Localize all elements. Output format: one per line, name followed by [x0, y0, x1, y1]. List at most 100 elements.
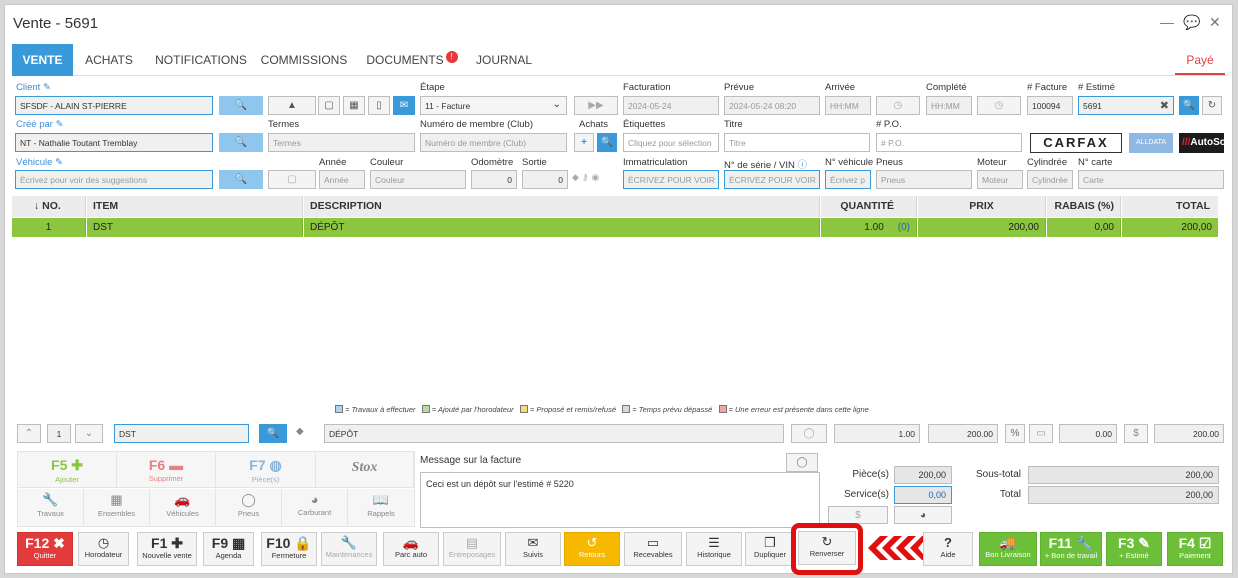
tab-commissions[interactable]: COMMISSIONS: [260, 44, 348, 76]
complete-clock-button[interactable]: ◷: [977, 96, 1021, 115]
calendar-button[interactable]: ▦: [343, 96, 365, 115]
bon-livraison-button[interactable]: 🚚 Bon Livraison: [979, 532, 1037, 566]
membre-field[interactable]: Numéro de membre (Club): [420, 133, 567, 152]
f4-paiement-button[interactable]: F4 ☑ Paiement: [1167, 532, 1223, 566]
col-prix[interactable]: PRIX: [918, 196, 1046, 217]
prevue-field[interactable]: 2024-05-24 08:20: [724, 96, 820, 115]
tab-notifications[interactable]: NOTIFICATIONS: [150, 44, 252, 76]
road-button[interactable]: ▲: [268, 96, 316, 115]
line-down-button[interactable]: ⌄: [75, 424, 103, 443]
retours-button[interactable]: ↺ Retours: [564, 532, 620, 566]
vehicules-button[interactable]: 🚗 Véhicules: [150, 489, 216, 526]
maintenances-button[interactable]: 🔧 Maintenances: [321, 532, 377, 566]
message-textarea[interactable]: Ceci est un dépôt sur l'estimé # 5220: [420, 472, 820, 528]
estime-field[interactable]: 5691 ✖: [1078, 96, 1174, 115]
clear-icon[interactable]: ✖: [1160, 99, 1169, 112]
col-total[interactable]: TOTAL: [1122, 196, 1218, 217]
ensembles-button[interactable]: ▦ Ensembles: [84, 489, 150, 526]
estime-search-button[interactable]: 🔍: [1179, 96, 1199, 115]
immat-field[interactable]: ÉCRIVEZ POUR VOIR: [623, 170, 719, 189]
chat-icon[interactable]: 💬: [1183, 14, 1200, 31]
etape-select[interactable]: 11 - Facture ⌄: [420, 96, 567, 115]
titre-field[interactable]: Titre: [724, 133, 870, 152]
key-icon[interactable]: ⚷: [582, 172, 592, 182]
cree-par-search-button[interactable]: 🔍: [219, 133, 263, 152]
phone-button[interactable]: ▯: [368, 96, 390, 115]
f3-estime-button[interactable]: F3 ✎ + Estimé: [1106, 532, 1162, 566]
tag-icon[interactable]: ◆: [296, 426, 304, 437]
edit-prix-field[interactable]: 200.00: [928, 424, 998, 443]
col-item[interactable]: ITEM: [87, 196, 303, 217]
travaux-button[interactable]: 🔧 Travaux: [18, 489, 84, 526]
add-achat-button[interactable]: +: [574, 133, 594, 152]
refresh-button[interactable]: ↻: [1202, 96, 1222, 115]
facturation-field[interactable]: 2024-05-24: [623, 96, 719, 115]
po-field[interactable]: # P.O.: [876, 133, 1022, 152]
line-up-button[interactable]: ⌃: [17, 424, 41, 443]
suivis-button[interactable]: ✉ Suivis: [505, 532, 561, 566]
cree-par-field[interactable]: NT - Nathalie Toutant Tremblay: [15, 133, 213, 152]
email-button[interactable]: ✉: [393, 96, 415, 115]
arrivee-clock-button[interactable]: ◷: [876, 96, 920, 115]
edit-total-field[interactable]: 200.00: [1154, 424, 1224, 443]
aide-button[interactable]: ? Aide: [923, 532, 973, 566]
rappels-button[interactable]: 📖 Rappels: [348, 489, 414, 526]
vehicule-note-button[interactable]: ▢: [268, 170, 316, 189]
col-quantite[interactable]: QUANTITÉ: [821, 196, 917, 217]
couleur-field[interactable]: Couleur: [370, 170, 466, 189]
edit-item-search-button[interactable]: 🔍: [259, 424, 287, 443]
recevables-button[interactable]: ▭ Recevables: [624, 532, 682, 566]
client-field[interactable]: SFSDF - ALAIN ST-PIERRE: [15, 96, 213, 115]
line-number-field[interactable]: 1: [47, 424, 71, 443]
tab-documents[interactable]: DOCUMENTS!: [362, 44, 462, 76]
dollar-toggle[interactable]: $: [1124, 424, 1148, 443]
carburant-button[interactable]: ◕ Carburant: [282, 489, 348, 526]
tag-icon[interactable]: ◆: [572, 172, 582, 182]
f9-agenda-button[interactable]: F9 ▦ Agenda: [203, 532, 254, 566]
chart-button[interactable]: ◕: [894, 506, 952, 524]
stox-button[interactable]: Stox: [316, 452, 414, 488]
termes-field[interactable]: Termes: [268, 133, 415, 152]
tab-achats[interactable]: ACHATS: [80, 44, 138, 76]
edit-item-field[interactable]: DST: [114, 424, 249, 443]
edit-rabais-field[interactable]: 0.00: [1059, 424, 1117, 443]
nveh-field[interactable]: Écrivez p: [825, 170, 871, 189]
tab-journal[interactable]: JOURNAL: [474, 44, 534, 76]
arrivee-field[interactable]: HH:MM: [825, 96, 871, 115]
complete-field[interactable]: HH:MM: [926, 96, 972, 115]
f12-quitter-button[interactable]: F12 ✖ Quitter: [17, 532, 73, 566]
historique-button[interactable]: ☰ Historique: [686, 532, 742, 566]
line-comment-button[interactable]: ◯: [791, 424, 827, 443]
sortie-field[interactable]: 0: [522, 170, 568, 189]
message-comment-button[interactable]: ◯: [786, 453, 818, 472]
close-icon[interactable]: ✕: [1209, 14, 1221, 31]
odometre-field[interactable]: 0: [471, 170, 517, 189]
cyl-field[interactable]: Cylindrée: [1027, 170, 1073, 189]
client-search-button[interactable]: 🔍: [219, 96, 263, 115]
f6-supprimer-button[interactable]: F6 ▬ Supprimer: [117, 452, 216, 488]
percent-toggle[interactable]: %: [1005, 424, 1025, 443]
col-description[interactable]: DESCRIPTION: [304, 196, 820, 217]
vehicule-field[interactable]: Écrivez pour voir des suggestions: [15, 170, 213, 189]
advance-step-button[interactable]: ▶▶: [574, 96, 618, 115]
moteur-field[interactable]: Moteur: [977, 170, 1023, 189]
dupliquer-button[interactable]: ❐ Dupliquer: [745, 532, 795, 566]
serie-field[interactable]: ÉCRIVEZ POUR VOIR L: [724, 170, 820, 189]
etiquettes-field[interactable]: Cliquez pour sélection: [623, 133, 719, 152]
minimize-icon[interactable]: —: [1160, 14, 1174, 30]
annee-field[interactable]: Année: [319, 170, 365, 189]
pneus-button[interactable]: ◯ Pneus: [216, 489, 282, 526]
carfax-logo[interactable]: CARFAX: [1030, 133, 1122, 153]
f10-fermeture-button[interactable]: F10 🔒 Fermeture: [261, 532, 317, 566]
autosoft-logo[interactable]: ///AutoSo: [1179, 133, 1224, 153]
eye-icon[interactable]: ◉: [592, 172, 603, 182]
f5-ajouter-button[interactable]: F5 ✚ Ajouter: [18, 452, 117, 488]
tab-vente[interactable]: VENTE: [12, 44, 73, 76]
pneus-field[interactable]: Pneus: [876, 170, 972, 189]
col-rabais[interactable]: RABAIS (%): [1047, 196, 1121, 217]
edit-icon[interactable]: ✎: [56, 119, 64, 130]
parc-auto-button[interactable]: 🚗 Parc auto: [383, 532, 439, 566]
achats-search-button[interactable]: 🔍: [597, 133, 617, 152]
money-toggle[interactable]: ▭: [1029, 424, 1053, 443]
carte-field[interactable]: Carte: [1078, 170, 1224, 189]
